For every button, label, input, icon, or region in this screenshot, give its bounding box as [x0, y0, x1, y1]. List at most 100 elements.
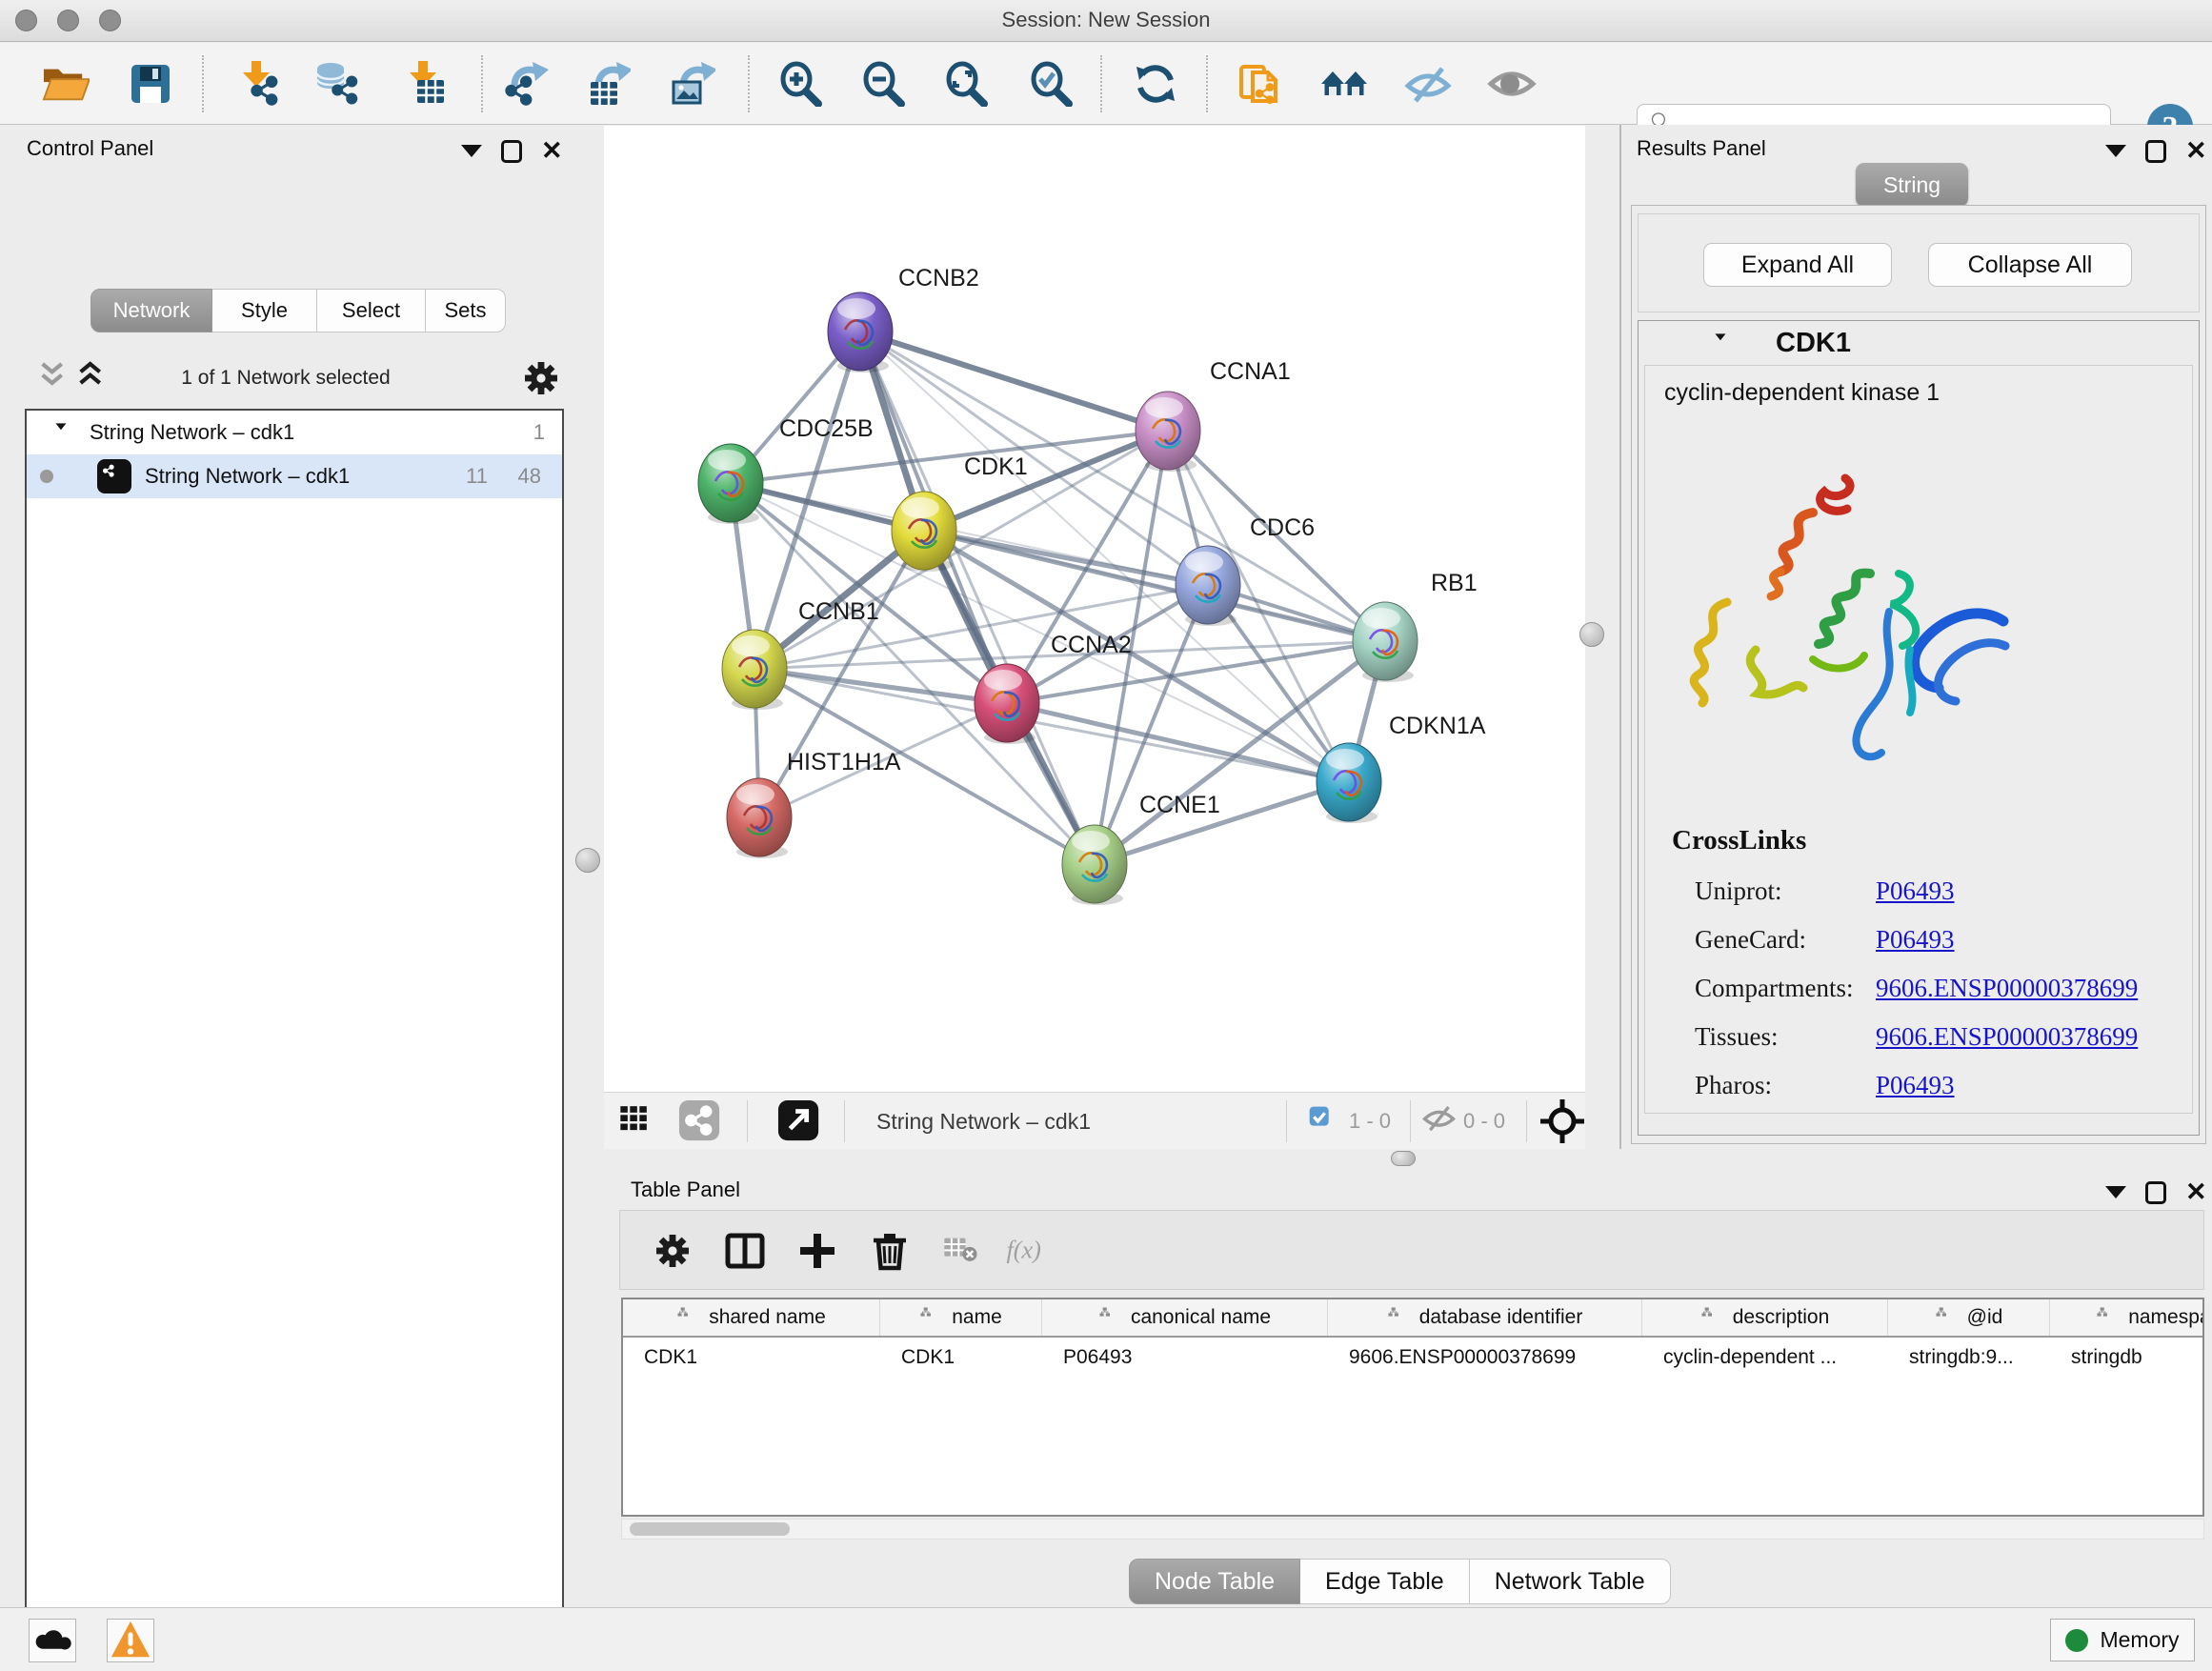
edge-CCNB2-CCNE1[interactable] [860, 332, 1095, 864]
crosslink-row: Compartments:9606.ENSP00000378699 [1645, 964, 2192, 1013]
import-network-icon[interactable] [232, 58, 284, 110]
houses-icon[interactable] [1318, 58, 1370, 110]
node-table[interactable]: shared namenamecanonical namedatabase id… [621, 1298, 2204, 1517]
tab-style[interactable]: Style [212, 289, 317, 332]
column-header-namespace[interactable]: namespace [2050, 1299, 2204, 1336]
table-cell[interactable]: CDK1 [623, 1338, 880, 1378]
cloud-button[interactable] [29, 1619, 76, 1662]
network-row[interactable]: String Network – cdk1 11 48 [27, 454, 562, 498]
eye-icon[interactable] [1486, 58, 1538, 110]
column-header-description[interactable]: description [1642, 1299, 1888, 1336]
zoom-selected-icon[interactable] [1025, 58, 1076, 110]
zoom-fit-icon[interactable] [940, 58, 992, 110]
gene-section-header[interactable]: CDK1 [1639, 321, 2199, 365]
tab-network-table[interactable]: Network Table [1470, 1559, 1671, 1604]
column-header-database-identifier[interactable]: database identifier [1328, 1299, 1642, 1336]
warnings-button[interactable] [107, 1619, 154, 1662]
export-table-icon[interactable] [581, 58, 633, 110]
control-panel-close-button[interactable]: ✕ [541, 138, 563, 164]
node-CDKN1A[interactable]: CDKN1A [1317, 713, 1486, 823]
table-hscrollbar[interactable] [621, 1519, 2204, 1540]
save-icon[interactable] [125, 58, 176, 110]
zoom-out-icon[interactable] [857, 58, 909, 110]
column-header-id[interactable]: @id [1888, 1299, 2050, 1336]
table-panel-float-button[interactable] [2105, 1186, 2126, 1198]
control-panel: Control Panel ✕ NetworkStyleSelectSets 1… [0, 125, 572, 1607]
collapse-all-button[interactable]: Collapse All [1928, 243, 2132, 287]
left-splitter-handle[interactable] [575, 848, 600, 873]
control-panel-maximize-button[interactable] [501, 140, 522, 163]
refresh-icon[interactable] [1130, 58, 1181, 110]
column-header-shared-name[interactable]: shared name [623, 1299, 880, 1336]
tab-string[interactable]: String [1856, 163, 1968, 207]
table-cell[interactable]: P06493 [1042, 1338, 1328, 1378]
network-options-gear-icon[interactable] [518, 355, 564, 401]
expand-all-button[interactable]: Expand All [1703, 243, 1892, 287]
current-network-dot-icon [40, 470, 53, 483]
tab-network[interactable]: Network [90, 289, 212, 332]
node-RB1[interactable]: RB1 [1353, 570, 1478, 682]
bottom-splitter-handle[interactable] [1391, 1151, 1416, 1166]
results-panel-float-button[interactable] [2105, 145, 2126, 157]
table-panel-maximize-button[interactable] [2145, 1181, 2166, 1204]
table-cell[interactable]: 9606.ENSP00000378699 [1328, 1338, 1642, 1378]
table-options-gear-icon[interactable] [647, 1225, 698, 1277]
network-view-icon[interactable] [678, 1100, 722, 1142]
crosslink-value-link[interactable]: 9606.ENSP00000378699 [1876, 1022, 2138, 1052]
crosslink-value-link[interactable]: P06493 [1876, 925, 1955, 955]
zoom-in-icon[interactable] [774, 58, 826, 110]
tab-node-table[interactable]: Node Table [1129, 1559, 1300, 1604]
add-column-icon[interactable] [792, 1225, 843, 1277]
detach-view-icon[interactable] [777, 1100, 821, 1142]
results-panel-close-button[interactable]: ✕ [2185, 138, 2207, 164]
right-splitter-handle[interactable] [1579, 622, 1604, 647]
folder-open-icon[interactable] [39, 58, 90, 110]
table-cell[interactable]: cyclin-dependent ... [1642, 1338, 1888, 1378]
control-panel-float-button[interactable] [461, 145, 482, 157]
column-header-name[interactable]: name [880, 1299, 1042, 1336]
network-row-label: String Network – cdk1 [145, 464, 350, 489]
table-cell[interactable]: stringdb [2050, 1338, 2204, 1378]
network-collection-row[interactable]: String Network – cdk1 1 [27, 411, 562, 454]
node-HIST1H1A[interactable]: HIST1H1A [727, 749, 901, 858]
selected-nodes-icon[interactable] [1309, 1100, 1339, 1142]
toolbar-separator [202, 55, 204, 112]
tab-sets[interactable]: Sets [426, 289, 506, 332]
tab-edge-table[interactable]: Edge Table [1300, 1559, 1470, 1604]
crosslink-value-link[interactable]: 9606.ENSP00000378699 [1876, 974, 2138, 1003]
collection-label: String Network – cdk1 [90, 420, 294, 445]
table-panel-close-button[interactable]: ✕ [2185, 1179, 2207, 1205]
import-table-icon[interactable] [399, 58, 451, 110]
collection-expand-icon[interactable] [53, 422, 78, 443]
network-canvas[interactable]: CCNB2CCNA1CDC25BCDK1CDC6RB1CCNB1CCNA2CDK… [604, 126, 1585, 1092]
edge-CCNB2-CCNA1[interactable] [860, 332, 1168, 431]
tab-select[interactable]: Select [317, 289, 426, 332]
export-image-icon[interactable] [666, 58, 717, 110]
edge-CCNA2-CDKN1A[interactable] [1007, 703, 1349, 782]
results-panel-maximize-button[interactable] [2145, 140, 2166, 163]
show-columns-icon[interactable] [719, 1225, 771, 1277]
delete-table-icon [935, 1225, 986, 1277]
copy-network-icon[interactable] [1235, 58, 1286, 110]
edge-CCNB2-RB1[interactable] [860, 332, 1385, 641]
import-database-icon[interactable] [312, 58, 363, 110]
column-type-icon [1098, 1307, 1121, 1328]
eye-slash-icon[interactable] [1402, 58, 1454, 110]
table-hscrollbar-thumb[interactable] [630, 1522, 790, 1536]
export-network-icon[interactable] [499, 58, 551, 110]
node-CCNA1[interactable]: CCNA1 [1136, 358, 1291, 472]
table-row[interactable]: CDK1CDK1P064939606.ENSP00000378699cyclin… [623, 1338, 2202, 1378]
table-cell[interactable]: stringdb:9... [1888, 1338, 2050, 1378]
column-header-canonical-name[interactable]: canonical name [1042, 1299, 1328, 1336]
gene-collapse-icon[interactable] [1713, 332, 1738, 353]
delete-column-icon[interactable] [864, 1225, 915, 1277]
node-label-CCNA2: CCNA2 [1051, 632, 1132, 658]
crosslink-value-link[interactable]: P06493 [1876, 1071, 1955, 1100]
crosslink-value-link[interactable]: P06493 [1876, 876, 1955, 906]
edge-CDKN1A-CCNE1[interactable] [1095, 782, 1349, 864]
birds-eye-view-icon[interactable] [1539, 1100, 1585, 1142]
hidden-elements-icon[interactable] [1421, 1100, 1461, 1142]
memory-button[interactable]: Memory [2050, 1619, 2195, 1661]
table-cell[interactable]: CDK1 [880, 1338, 1042, 1378]
grid-view-icon[interactable] [617, 1100, 655, 1142]
